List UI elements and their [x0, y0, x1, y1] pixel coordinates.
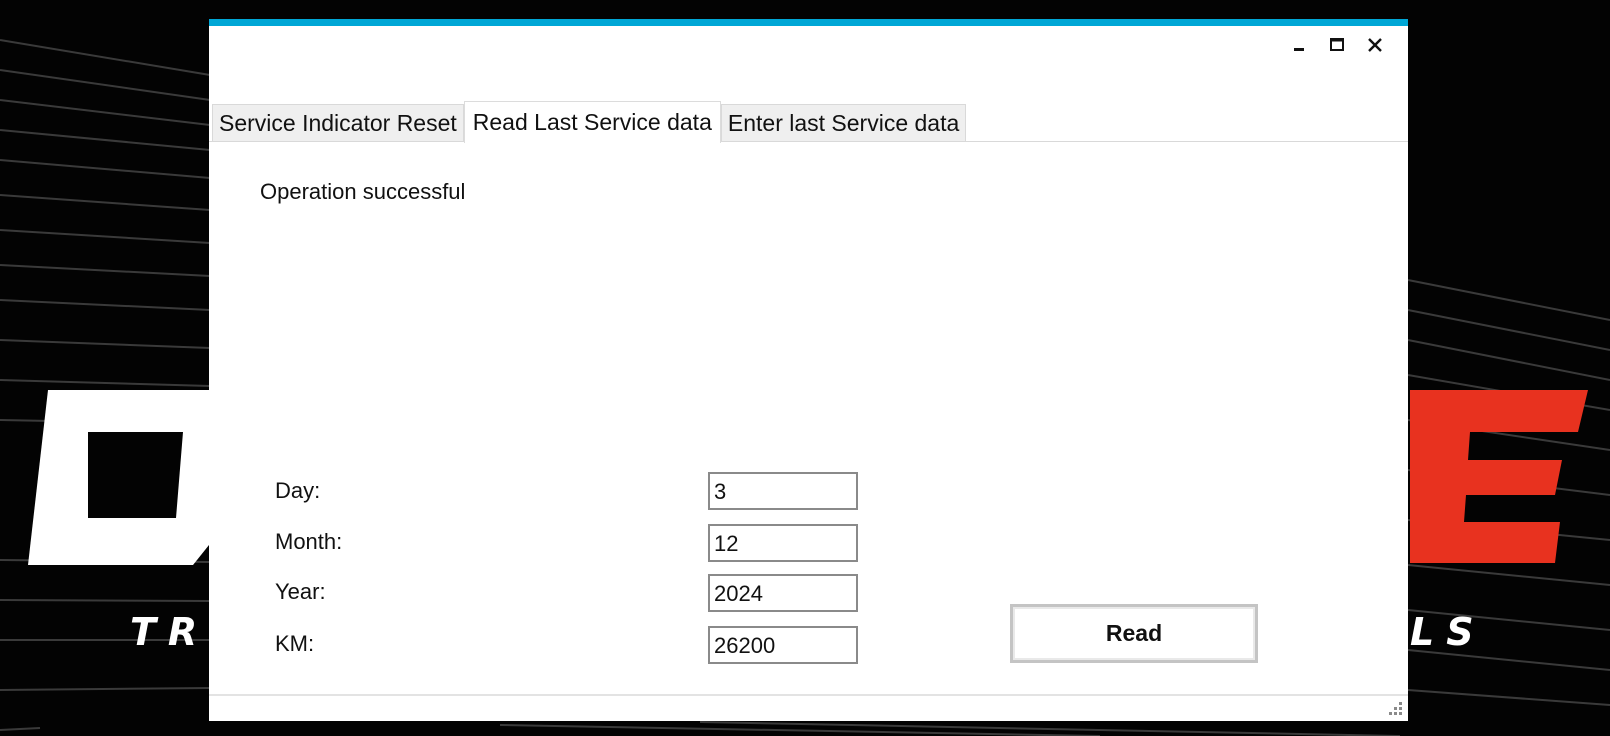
- month-field[interactable]: [708, 524, 858, 562]
- km-field[interactable]: [708, 626, 858, 664]
- tab-read-last-service-data[interactable]: Read Last Service data: [463, 101, 721, 143]
- maximize-icon: [1330, 38, 1344, 51]
- brand-logo-left-letter: [28, 390, 213, 565]
- read-button[interactable]: Read: [1010, 604, 1258, 663]
- brand-tagline-left: TR: [130, 610, 210, 654]
- brand-logo-right-letter: [1410, 390, 1588, 563]
- minimize-icon: [1294, 48, 1304, 51]
- close-icon: [1368, 38, 1382, 52]
- tab-strip: Service Indicator Reset Read Last Servic…: [212, 100, 967, 143]
- year-label: Year:: [275, 579, 326, 604]
- year-field[interactable]: [708, 574, 858, 612]
- day-field[interactable]: [708, 472, 858, 510]
- km-label: KM:: [275, 631, 315, 656]
- resize-grip-icon[interactable]: [1388, 701, 1402, 715]
- window-controls: [1280, 32, 1394, 58]
- tab-panel-read-last-service: Operation successful Day: Month: Year: K…: [209, 141, 1408, 696]
- day-label: Day:: [275, 478, 321, 503]
- tab-service-indicator-reset[interactable]: Service Indicator Reset: [212, 104, 464, 142]
- status-message: Operation successful: [260, 179, 466, 204]
- brand-tagline-right: LS: [1410, 610, 1486, 654]
- month-label: Month:: [275, 529, 343, 554]
- maximize-button[interactable]: [1318, 32, 1356, 58]
- tab-enter-last-service-data[interactable]: Enter last Service data: [720, 104, 967, 142]
- close-button[interactable]: [1356, 32, 1394, 58]
- minimize-button[interactable]: [1280, 32, 1318, 58]
- app-window: Service Indicator Reset Read Last Servic…: [209, 19, 1408, 721]
